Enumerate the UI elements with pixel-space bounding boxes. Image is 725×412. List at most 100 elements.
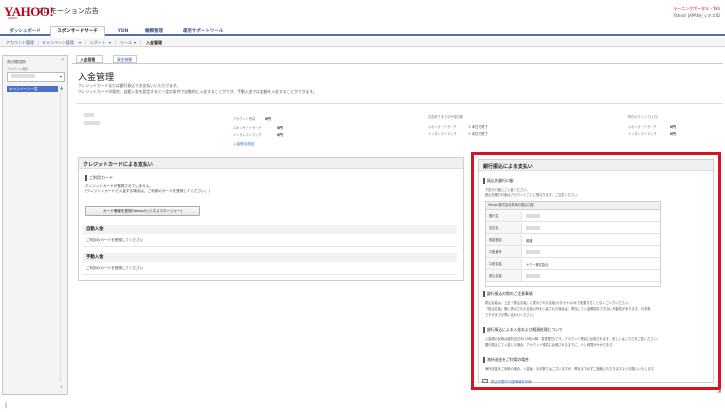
redacted-value [526, 274, 540, 278]
main-nav: ダッシュボード スポンサードサーチ YDN 輸類管理 運用サポートツール [0, 26, 725, 37]
divider [83, 246, 457, 247]
table-row: 預金種目 普通 [486, 235, 660, 246]
forecast-ss-label: スポンサードサーチ [428, 125, 457, 129]
forecast-im-label: インタレストマッチ [428, 132, 457, 136]
left-panel: 表示期間選択 « アカウント選択 ▾ キャンペーン一覧 ▲ ∨ [2, 55, 68, 395]
user-link[interactable]: ラーニングポータル・Yah [673, 6, 720, 12]
business-id: Yahoo! JAPANビジネスID [673, 13, 720, 18]
balance-im-label: インタレストマッチ [233, 133, 262, 137]
table-row: 口座名義 ヤフー株式会社 [486, 259, 660, 270]
credit-card-header: クレジットカードによる支払い [79, 158, 463, 169]
left-panel-scrollbar[interactable] [60, 92, 64, 382]
subnav-report[interactable]: レポート [90, 39, 106, 46]
account-select-value [11, 74, 35, 78]
daily-ss-value: 0円 [670, 125, 676, 129]
auto-deposit-message: ご利用のカードを登録してください [86, 238, 144, 242]
account-balance-value: 0円 [265, 117, 271, 121]
balance-ss-value: 0円 [277, 126, 283, 130]
page-description: クレジットカードの場合、自動入金を設定すると一定の条件で自動的に入金することがで… [78, 89, 317, 94]
tab-dashboard[interactable]: ダッシュボード [6, 27, 44, 36]
redacted-value [526, 250, 540, 254]
print-bank-info-link[interactable]: 振込先銀行口座情報を印刷 [491, 379, 532, 384]
divider [76, 103, 723, 104]
auto-deposit-heading: 自動入金 [83, 225, 457, 234]
balance-ss-label: スポンサードサーチ [233, 126, 262, 130]
deposit-processing-heading: 銀行振込による入金および経過処理について [483, 327, 563, 333]
subnav-campaign[interactable]: キャンペーン管理 [42, 39, 74, 46]
subnav-tool[interactable]: ツール [120, 39, 132, 46]
resize-handle-icon[interactable]: ◢ [717, 388, 721, 394]
account-holder-value: ヤフー株式会社 [526, 263, 549, 267]
chevron-down-icon: ▾ [59, 74, 62, 79]
chevron-down-icon[interactable]: ▾ [109, 39, 111, 46]
deposit-settings-link[interactable]: 入金割合設定 [233, 142, 255, 147]
left-panel-title: 表示期間選択 [7, 60, 27, 64]
scroll-down-icon[interactable]: ∨ [60, 384, 63, 389]
account-select-label: アカウント選択 [7, 67, 29, 71]
tab-deposit-management[interactable]: 入金管理 [76, 55, 103, 63]
bank-transfer-highlight: 銀行振込による支払い 振込先銀行口座 下記の口座にご入金ください。 振込先銀行口… [471, 152, 721, 390]
subnav-deposit[interactable]: 入金管理 [146, 39, 162, 46]
bank-transfer-header: 銀行振込による支払い [479, 160, 713, 171]
daily-ss-label: スポンサードサーチ [628, 125, 657, 129]
divider [83, 274, 457, 275]
transfer-notes-text: ですがまでお問い合わせください。 [485, 313, 536, 317]
yahoo-logo-sub: JAPAN [8, 16, 17, 20]
chevron-down-icon[interactable]: ▾ [79, 39, 81, 46]
daily-spend-label: 昨日のクリック(1日) [628, 115, 659, 119]
tab-operations-support[interactable]: 運用サポートツール [173, 27, 233, 36]
subnav-separator: | [38, 40, 40, 45]
overseas-transfer-text: 海外送金をご利用の場合、入金後、お手数ではございますが、弊社まで必ずご連絡いただ… [485, 367, 657, 371]
branch-name-label: 支店名 [486, 223, 522, 233]
redacted-value [526, 226, 540, 230]
daily-im-label: インタレストマッチ [628, 132, 657, 136]
bank-table-header: Yahoo!株式会社専用の振込口座 [486, 202, 660, 210]
transfer-name-label: 振込名義 [486, 271, 522, 281]
credit-card-panel: クレジットカードによる支払い ご利用カード クレジットカードが登録されていません… [78, 157, 464, 281]
tab-sponsored-search[interactable]: スポンサードサーチ [50, 26, 105, 37]
tab-tools-management[interactable]: 輸類管理 [140, 27, 168, 36]
page-title: 入金管理 [78, 73, 115, 83]
forecast-im-value: ① 本日で終了 [468, 132, 488, 136]
transfer-notes-heading: 銀行振込の際のご注意事項 [483, 291, 533, 297]
campaign-list-item[interactable]: キャンペーン一覧 [7, 86, 58, 92]
account-select[interactable]: ▾ [7, 72, 65, 82]
manual-deposit-heading: 手動入金 [83, 253, 457, 262]
redacted-value [526, 214, 540, 218]
table-row: 振込名義 [486, 271, 660, 282]
redacted-account-name [84, 113, 94, 117]
table-row: 支店名 [486, 223, 660, 234]
table-row: 口座番号 [486, 247, 660, 258]
daily-im-value: 0円 [670, 132, 676, 136]
transfer-notes-text: 「振込名義」欄に表示された名義以外を入金された場合は、弊社にて入金確認をできない… [485, 307, 651, 311]
tab-fund-transfer[interactable]: 資金移動 [113, 55, 137, 63]
account-holder-label: 口座名義 [486, 259, 522, 269]
bank-account-text: 振込先銀行口座はアカウントごとに異なります。ご注意ください。 [485, 193, 581, 197]
register-card-button[interactable]: カード情報を登録(Yahoo!ビジネスマネージャー) [85, 206, 200, 216]
transfer-notes-text: 振込名義は、上記「振込名義」に表示された名義(カタカナ)のみで変更することなくご… [485, 301, 631, 305]
collapse-icon[interactable]: « [61, 57, 64, 63]
subnav-separator: | [140, 40, 142, 45]
text-cursor-icon: | [5, 402, 8, 409]
credit-card-title: クレジットカードによる支払い [83, 162, 153, 168]
scroll-up-icon[interactable]: ▲ [60, 85, 63, 90]
manual-deposit-message: ご利用のカードを登録してください [86, 266, 144, 270]
bank-name-label: 銀行名 [486, 211, 522, 221]
print-icon[interactable] [482, 379, 488, 383]
tab-ydn[interactable]: YDN [111, 27, 135, 36]
bank-transfer-title: 銀行振込による支払い [483, 164, 533, 170]
redacted-account-id [84, 121, 100, 125]
deposit-processing-text: 銀行振込にて入金した場合、アカウント残高に反映されるまでに、少し時間がかかります… [485, 343, 616, 347]
forecast-ss-value: ① 本日で終了 [468, 125, 488, 129]
bank-account-table: Yahoo!株式会社専用の振込口座 銀行名 支店名 預金種目 普通 口座番号 口… [485, 201, 661, 287]
balance-im-value: 0円 [277, 133, 283, 137]
account-type-label: 預金種目 [486, 235, 522, 245]
sub-nav: アカウント管理 | キャンペーン管理 ▾ | レポート ▾ | ツール ▾ | … [0, 38, 725, 47]
forecast-label: 広告終了までの予想日数 [428, 115, 464, 119]
chevron-down-icon[interactable]: ▾ [134, 39, 136, 46]
table-row: 銀行名 [486, 211, 660, 222]
account-number-label: 口座番号 [486, 247, 522, 257]
subnav-account[interactable]: アカウント管理 [6, 39, 34, 46]
product-title: プロモーション広告 [36, 7, 99, 15]
deposit-processing-text: 入金額の反映は原則当日中(15時以降、翌営業日)です。アカウント残高に反映されま… [485, 337, 660, 341]
